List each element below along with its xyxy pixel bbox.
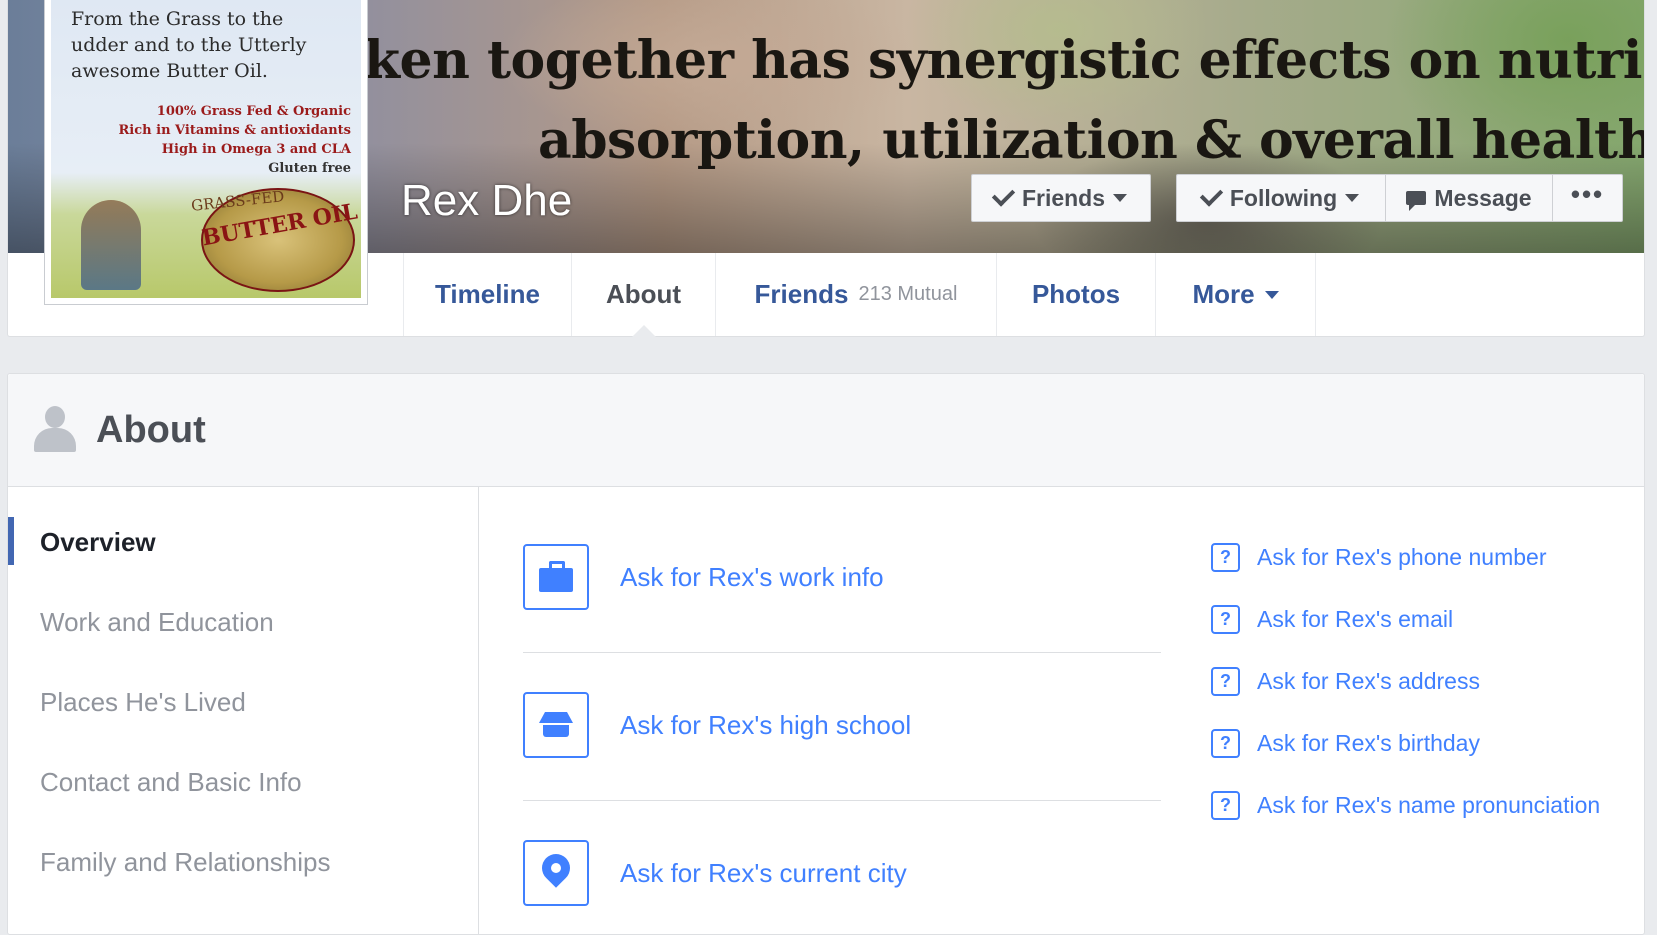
check-icon xyxy=(991,183,1016,207)
about-sidebar: Overview Work and Education Places He's … xyxy=(8,487,479,934)
location-pin-icon xyxy=(536,848,576,892)
sidebar-item-contact-info[interactable]: Contact and Basic Info xyxy=(40,767,302,798)
avatar-feature: High in Omega 3 and CLA xyxy=(161,142,351,157)
ask-birthday-row[interactable]: ? Ask for Rex's birthday xyxy=(1211,729,1480,758)
ask-name-pronunciation-row[interactable]: ? Ask for Rex's name pronunciation xyxy=(1211,791,1600,820)
following-button[interactable]: Following xyxy=(1176,174,1386,222)
about-title: About xyxy=(96,408,206,451)
ask-address-link[interactable]: Ask for Rex's address xyxy=(1257,668,1480,695)
sidebar-item-overview[interactable]: Overview xyxy=(40,527,156,558)
caret-down-icon xyxy=(1113,194,1128,202)
school-icon-box[interactable] xyxy=(523,692,589,758)
ask-birthday-link[interactable]: Ask for Rex's birthday xyxy=(1257,730,1480,757)
tab-label: Photos xyxy=(1031,279,1121,309)
message-button-label: Message xyxy=(1434,184,1532,211)
ask-current-city-link[interactable]: Ask for Rex's current city xyxy=(620,858,907,889)
message-button[interactable]: Message xyxy=(1385,174,1553,222)
row-divider xyxy=(523,652,1161,653)
profile-picture[interactable]: From the Grass to the udder and to the U… xyxy=(44,0,368,305)
ask-work-info-row[interactable]: Ask for Rex's work info xyxy=(523,542,1161,612)
avatar-tagline-line: udder and to the Utterly xyxy=(71,34,307,56)
avatar-tagline-line: awesome Butter Oil. xyxy=(71,60,268,82)
ask-work-info-link[interactable]: Ask for Rex's work info xyxy=(620,562,884,593)
about-header: About xyxy=(8,374,1644,487)
city-icon-box[interactable] xyxy=(523,840,589,906)
question-icon: ? xyxy=(1211,791,1240,820)
about-section: About Overview Work and Education Places… xyxy=(7,373,1645,935)
tab-friends[interactable]: Friends 213 Mutual xyxy=(716,253,997,336)
ask-phone-link[interactable]: Ask for Rex's phone number xyxy=(1257,544,1546,571)
caret-down-icon xyxy=(1345,194,1360,202)
tab-timeline[interactable]: Timeline xyxy=(404,253,572,336)
briefcase-icon xyxy=(539,561,573,592)
avatar-feature: Gluten free xyxy=(268,161,351,176)
tab-photos[interactable]: Photos xyxy=(997,253,1156,336)
ask-email-row[interactable]: ? Ask for Rex's email xyxy=(1211,605,1453,634)
question-icon: ? xyxy=(1211,543,1240,572)
tab-label: More xyxy=(1192,279,1255,309)
check-icon xyxy=(1199,183,1224,207)
ask-name-pronunciation-link[interactable]: Ask for Rex's name pronunciation xyxy=(1257,792,1600,819)
friends-button[interactable]: Friends xyxy=(971,174,1151,222)
avatar-people-illustration xyxy=(81,200,141,290)
profile-picture-image: From the Grass to the udder and to the U… xyxy=(51,0,361,298)
avatar-feature: Rich in Vitamins & antioxidants xyxy=(118,123,352,138)
avatar-tagline: From the Grass to the udder and to the U… xyxy=(71,6,306,84)
avatar-feature: 100% Grass Fed & Organic xyxy=(156,104,351,119)
tab-label: Timeline xyxy=(434,279,540,309)
mutual-friends-count: 213 Mutual xyxy=(858,283,958,305)
work-icon-box[interactable] xyxy=(523,544,589,610)
sidebar-item-work-education[interactable]: Work and Education xyxy=(40,607,274,638)
message-icon xyxy=(1406,191,1427,211)
profile-name[interactable]: Rex Dhe xyxy=(401,176,572,226)
person-icon xyxy=(34,406,76,454)
cover-text-partial xyxy=(448,0,466,25)
question-icon: ? xyxy=(1211,605,1240,634)
question-icon: ? xyxy=(1211,729,1240,758)
active-indicator xyxy=(8,517,14,565)
ask-phone-row[interactable]: ? Ask for Rex's phone number xyxy=(1211,543,1546,572)
tab-label: Friends xyxy=(754,279,849,309)
cover-text-line-1: ken together has synergistic effects on … xyxy=(364,30,1644,91)
row-divider xyxy=(523,800,1161,801)
profile-header: ken together has synergistic effects on … xyxy=(7,0,1645,337)
avatar-tagline-line: From the Grass to the xyxy=(71,8,284,30)
ask-email-link[interactable]: Ask for Rex's email xyxy=(1257,606,1453,633)
sidebar-item-family-relationships[interactable]: Family and Relationships xyxy=(40,847,330,878)
more-dots-icon: ••• xyxy=(1570,178,1605,209)
ask-high-school-row[interactable]: Ask for Rex's high school xyxy=(523,690,1161,760)
avatar-features: 100% Grass Fed & Organic Rich in Vitamin… xyxy=(119,102,352,178)
tab-label: About xyxy=(605,279,682,309)
graduation-cap-icon xyxy=(539,712,573,738)
ask-high-school-link[interactable]: Ask for Rex's high school xyxy=(620,710,911,741)
caret-down-icon xyxy=(1264,290,1279,299)
ask-current-city-row[interactable]: Ask for Rex's current city xyxy=(523,838,1161,908)
profile-nav-tabs: Timeline About Friends 213 Mutual Photos… xyxy=(403,253,1316,337)
tab-about[interactable]: About xyxy=(572,253,716,337)
tab-more[interactable]: More xyxy=(1156,253,1316,336)
friends-button-label: Friends xyxy=(1021,184,1106,211)
ask-address-row[interactable]: ? Ask for Rex's address xyxy=(1211,667,1480,696)
more-actions-button[interactable]: ••• xyxy=(1552,174,1623,222)
sidebar-item-places-lived[interactable]: Places He's Lived xyxy=(40,687,246,718)
question-icon: ? xyxy=(1211,667,1240,696)
following-button-label: Following xyxy=(1229,184,1338,211)
